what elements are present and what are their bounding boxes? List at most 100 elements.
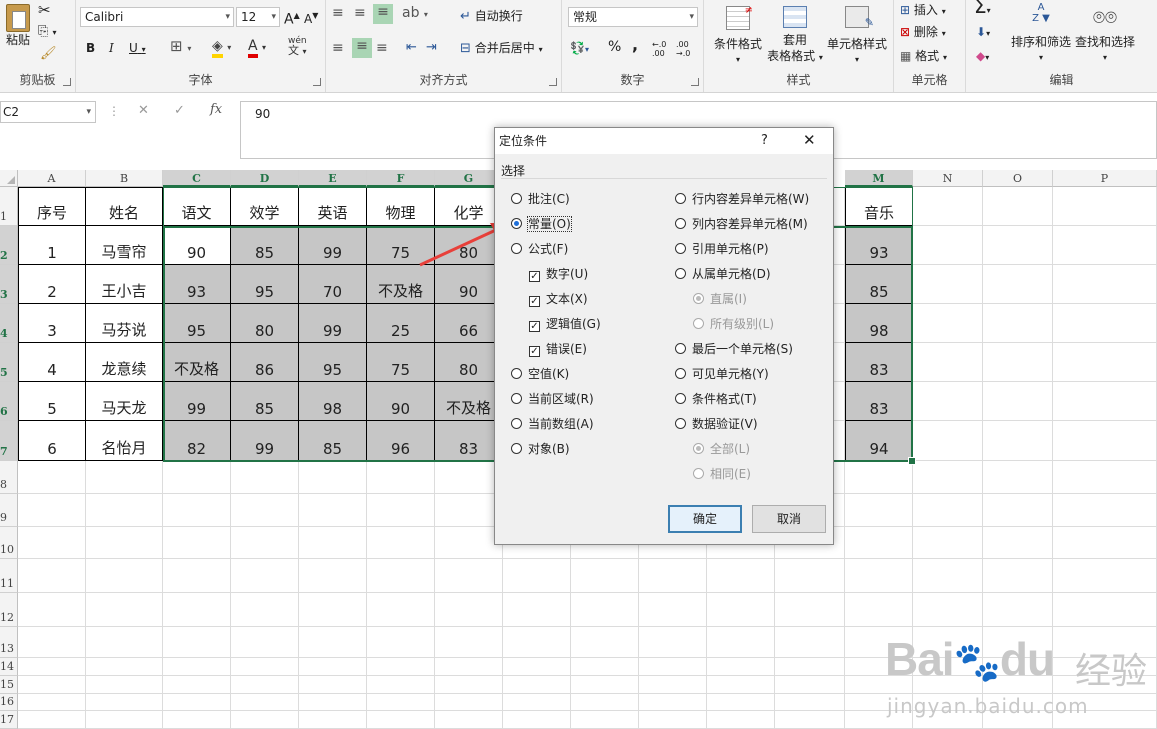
table-cell[interactable]: 80	[435, 343, 503, 382]
radio-1[interactable]: 行内容差异单元格(W)	[675, 192, 809, 206]
column-header-n[interactable]: N	[913, 170, 983, 187]
paste-button[interactable]: 粘贴	[4, 4, 32, 48]
number-format-select[interactable]: 常规 ▾	[568, 7, 698, 27]
autosum-button[interactable]: Σ▾	[974, 0, 991, 19]
column-header-m[interactable]: M	[845, 170, 913, 187]
row-header-7[interactable]: 7	[0, 421, 18, 461]
radio-3[interactable]: 引用单元格(P)	[675, 242, 769, 256]
radio-1[interactable]: 批注(C)	[511, 192, 570, 206]
row-header-12[interactable]: 12	[0, 593, 18, 627]
cancel-icon[interactable]: ✕	[138, 103, 149, 118]
table-cell[interactable]: 马雪帘	[86, 226, 163, 265]
table-cell[interactable]: 5	[18, 382, 86, 421]
align-right-icon[interactable]: ≡	[376, 40, 388, 56]
column-header-d[interactable]: D	[231, 170, 299, 187]
radio-2[interactable]: 列内容差异单元格(M)	[675, 217, 808, 231]
format-as-table-button[interactable]: 套用 表格格式 ▾	[764, 4, 826, 66]
radio-8[interactable]: 可见单元格(Y)	[675, 367, 769, 381]
font-shrink-button[interactable]: A▼	[304, 8, 318, 27]
table-cell[interactable]: 龙意续	[86, 343, 163, 382]
row-header-6[interactable]: 6	[0, 382, 18, 421]
table-cell[interactable]: 马芬说	[86, 304, 163, 343]
radio-7[interactable]: 最后一个单元格(S)	[675, 342, 793, 356]
percent-button[interactable]: %	[608, 39, 621, 55]
insert-button[interactable]: ⊞ 插入 ▾	[900, 2, 946, 20]
font-launcher-icon[interactable]	[313, 78, 321, 86]
table-cell[interactable]: 82	[163, 421, 231, 461]
table-cell[interactable]: 93	[845, 226, 913, 265]
fx-icon[interactable]: fx	[210, 102, 222, 117]
column-header-e[interactable]: E	[299, 170, 367, 187]
help-icon[interactable]: ?	[761, 133, 768, 148]
row-header-2[interactable]: 2	[0, 226, 18, 265]
table-cell[interactable]: 90	[367, 382, 435, 421]
column-header-f[interactable]: F	[367, 170, 435, 187]
alignment-launcher-icon[interactable]	[549, 78, 557, 86]
radio-8[interactable]: 空值(K)	[511, 367, 569, 381]
clipboard-launcher-icon[interactable]	[63, 78, 71, 86]
clear-icon[interactable]: ◆▾	[976, 48, 989, 66]
checkbox-5[interactable]: ✓ 文本(X)	[529, 292, 588, 307]
column-header-c[interactable]: C	[163, 170, 231, 187]
table-cell[interactable]: 不及格	[163, 343, 231, 382]
increase-decimal-icon[interactable]: ←.0.00	[652, 40, 666, 58]
checkbox-4[interactable]: ✓ 数字(U)	[529, 267, 588, 282]
table-cell[interactable]: 96	[367, 421, 435, 461]
radio-10[interactable]: 数据验证(V)	[675, 417, 758, 431]
table-cell[interactable]: 1	[18, 226, 86, 265]
align-middle-icon[interactable]: ≡	[354, 5, 366, 21]
row-header-10[interactable]: 10	[0, 527, 18, 559]
header-cell[interactable]: 姓名	[86, 187, 163, 226]
row-header-13[interactable]: 13	[0, 627, 18, 658]
row-header-1[interactable]: 1	[0, 187, 18, 226]
row-header-17[interactable]: 17	[0, 711, 18, 729]
bold-button[interactable]: B	[86, 40, 95, 56]
radio-11[interactable]: 对象(B)	[511, 442, 570, 456]
table-cell[interactable]: 83	[435, 421, 503, 461]
table-cell[interactable]: 86	[231, 343, 299, 382]
table-cell[interactable]: 80	[231, 304, 299, 343]
merge-center-button[interactable]: ⊟ 合并后居中 ▾	[460, 40, 543, 58]
checkbox-6[interactable]: ✓ 逻辑值(G)	[529, 317, 601, 332]
table-cell[interactable]: 99	[299, 304, 367, 343]
enter-icon[interactable]: ✓	[174, 103, 185, 118]
copy-icon[interactable]: ⎘ ▾	[38, 24, 57, 41]
conditional-format-button[interactable]: ≠ 条件格式 ▾	[710, 4, 766, 68]
table-cell[interactable]: 98	[845, 304, 913, 343]
radio-4[interactable]: 从属单元格(D)	[675, 267, 771, 281]
align-bottom-icon[interactable]: ≡	[373, 4, 393, 24]
radio-9[interactable]: 条件格式(T)	[675, 392, 757, 406]
column-header-p[interactable]: P	[1053, 170, 1157, 187]
header-cell[interactable]: 序号	[18, 187, 86, 226]
cancel-button[interactable]: 取消	[752, 505, 826, 533]
cut-icon[interactable]: ✂	[38, 2, 51, 18]
fill-icon[interactable]: ⬇▾	[976, 24, 990, 42]
fill-handle[interactable]	[908, 457, 916, 465]
column-header-g[interactable]: G	[435, 170, 503, 187]
table-cell[interactable]: 99	[231, 421, 299, 461]
accounting-icon[interactable]: 💱▾	[570, 40, 589, 58]
table-cell[interactable]: 95	[299, 343, 367, 382]
name-box[interactable]: C2 ▾	[0, 101, 96, 123]
table-cell[interactable]: 名怡月	[86, 421, 163, 461]
number-launcher-icon[interactable]	[691, 78, 699, 86]
table-cell[interactable]: 85	[845, 265, 913, 304]
table-cell[interactable]: 70	[299, 265, 367, 304]
format-painter-icon[interactable]: 🖌	[40, 46, 57, 62]
phonetic-icon[interactable]: wén 文 ▾	[288, 36, 307, 57]
radio-2[interactable]: 常量(O)	[511, 216, 572, 232]
sort-filter-button[interactable]: AZ ▼ 排序和筛选 ▾	[1008, 2, 1074, 66]
border-icon[interactable]: ⊞ ▾	[170, 38, 191, 57]
table-cell[interactable]: 99	[299, 226, 367, 265]
table-cell[interactable]: 95	[163, 304, 231, 343]
table-cell[interactable]: 马天龙	[86, 382, 163, 421]
select-all-button[interactable]	[0, 170, 18, 187]
table-cell[interactable]: 95	[231, 265, 299, 304]
table-cell[interactable]: 94	[845, 421, 913, 461]
table-cell[interactable]: 66	[435, 304, 503, 343]
table-cell[interactable]: 4	[18, 343, 86, 382]
orientation-icon[interactable]: ab ▾	[402, 5, 428, 23]
table-cell[interactable]: 85	[231, 226, 299, 265]
format-button[interactable]: ▦ 格式 ▾	[900, 48, 947, 66]
table-cell[interactable]: 93	[163, 265, 231, 304]
